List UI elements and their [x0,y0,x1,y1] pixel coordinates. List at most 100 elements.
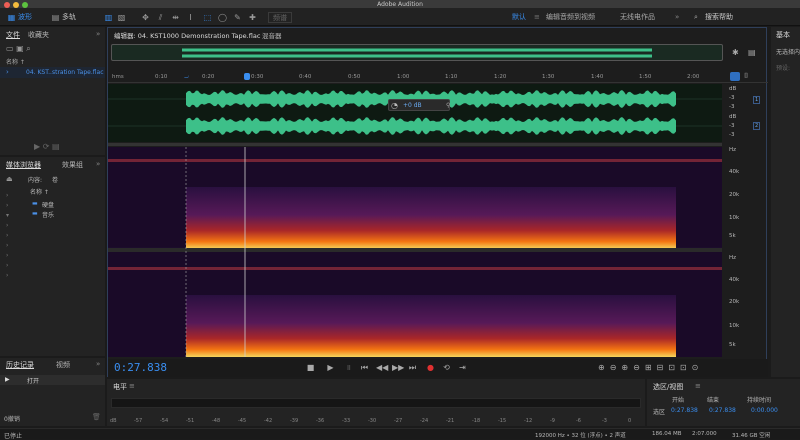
spectrum-button[interactable]: 频谱 [268,12,292,23]
more-workspaces-icon[interactable]: » [675,12,679,23]
spot-heal-icon[interactable]: ✚ [247,12,258,23]
col-end: 结束 [707,397,720,404]
zoom-controls[interactable]: ⊕⊖⊕⊖⊞⊟⊡⊡⊙ [598,363,703,372]
rewind-button[interactable]: ◀◀ [376,363,388,372]
channel-2-toggle[interactable]: 2 [753,122,761,130]
selection-start-field[interactable]: 0:27.838 [671,407,698,414]
lasso-icon[interactable]: ◯ [217,12,228,23]
hz-label: Hz [729,147,737,153]
fast-forward-button[interactable]: ▶▶ [392,363,404,372]
spectral-display[interactable] [108,147,722,357]
level-meter [111,398,641,408]
file-expand-icon[interactable]: › [6,68,9,76]
pitch-display-icon[interactable]: ▧ [116,12,127,23]
selection-duration-field[interactable]: 0:00.000 [751,407,778,414]
media-drive-icon[interactable]: ⏏ [6,175,13,183]
magnet-icon[interactable] [730,72,740,81]
tab-files[interactable]: 文件 [6,30,20,40]
status-sample-format: 192000 Hz • 32 位 (浮点) • 2 声道 [535,433,626,439]
media-volume-select[interactable]: 卷 [52,175,58,184]
tab-video[interactable]: 视频 [56,360,70,370]
db-label: dB [729,86,737,92]
time-ruler[interactable]: hms 0:10 0:20 0:30 0:40 0:50 1:00 1:10 1… [108,71,768,83]
search-icon[interactable]: ⌕ [694,12,698,23]
trash-icon[interactable]: 🗑 [92,413,101,421]
pause-button[interactable]: ॥ [344,363,353,372]
panel-more-icon[interactable]: » [96,360,100,368]
play-button[interactable]: ▶ [326,363,335,372]
media-content-label: 内容: [28,177,43,184]
files-name-header[interactable]: 名称 ↑ [6,57,25,66]
tab-media-browser[interactable]: 媒体浏览器 [6,160,41,170]
file-row[interactable]: 04. KST..stration Tape.flac › [0,67,105,78]
ruler-tick: 0:20 [202,74,215,80]
multitrack-icon[interactable]: ▤ [50,12,61,23]
panel-menu-icon[interactable]: ≡ [129,382,135,390]
level-tick: -36 [316,418,325,424]
panel-more-icon[interactable]: » [96,160,100,168]
media-name-header[interactable]: 名称 ↑ [30,187,49,196]
pin-hud-icon[interactable]: ⚲ [446,102,450,109]
media-browser-panel: 媒体浏览器 效果组 » ⏏ 内容: 卷 名称 ↑ › › ▾ › › › › › › ▬ 硬盘 … [0,157,105,356]
time-select-icon[interactable]: I [185,12,196,23]
record-button[interactable]: ● [426,363,435,372]
workspace-edit-video[interactable]: 编辑音频到视频 [546,12,595,23]
waveform-view-button[interactable]: 波形 [18,12,32,23]
ruler-tick: 1:50 [639,74,652,80]
overview-navigator[interactable] [111,44,723,61]
level-tick: -45 [238,418,247,424]
gain-value[interactable]: +0 dB [403,102,422,109]
panel-more-icon[interactable]: » [96,30,100,38]
files-panel: 文件 收藏夹 » ▭ ▣ ⌕ 名称 ↑ 04. KST..stration Ta… [0,27,105,155]
marquee-icon[interactable]: ⬚ [202,12,213,23]
move-tool-icon[interactable]: ✥ [140,12,151,23]
media-item-drive[interactable]: 硬盘 [42,200,54,209]
stop-button[interactable]: ■ [306,363,315,372]
tab-favorites[interactable]: 收藏夹 [28,30,49,40]
workspace-radio[interactable]: 无线电作品 [620,12,655,23]
zoom-navigator-icon[interactable]: ✱ [732,48,739,57]
spectral-display-icon[interactable]: ▥ [103,12,114,23]
new-file-icon[interactable]: ▭ ▣ ⌕ [6,44,31,54]
selection-end-field[interactable]: 0:27.838 [709,407,736,414]
selection-row-label: 选区 [653,409,666,416]
settings-icon[interactable]: ▤ [748,48,756,57]
view-divider[interactable] [108,143,722,146]
multitrack-view-button[interactable]: 多轨 [62,12,76,23]
search-help-input[interactable]: 搜索帮助 [705,12,733,23]
go-to-end-button[interactable]: ⏭ [408,363,417,372]
workspace-default[interactable]: 默认 [512,12,526,23]
go-to-start-button[interactable]: ⏮ [360,363,369,372]
panel-menu-icon[interactable]: ≡ [695,382,701,390]
tab-selection-view[interactable]: 选区/视图 [653,382,683,392]
waveform-icon[interactable]: ▦ [6,12,17,23]
loop-marker-icon[interactable]: ⏗ [184,72,189,81]
media-tree-toggles[interactable]: › › ▾ › › › › › › [6,191,9,281]
razor-icon[interactable]: ⫽ [155,12,166,23]
history-item[interactable]: ▶ 打开 [0,375,105,385]
tab-mixer[interactable]: 混音器 [262,31,282,41]
level-tick: -27 [394,418,403,424]
tab-levels[interactable]: 电平 [113,382,127,392]
tab-history[interactable]: 历史记录 [6,360,34,370]
snap-icon[interactable]: ⌷ [744,72,748,81]
hud-gain-control[interactable]: ◔ +0 dB [388,99,450,111]
slip-tool-icon[interactable]: ⇹ [170,12,181,23]
brush-icon[interactable]: ✎ [232,12,243,23]
loop-button[interactable]: ⟲ [442,363,451,372]
workspace-menu-icon[interactable]: ≡ [534,12,540,23]
channel-1-toggle[interactable]: 1 [753,96,761,104]
files-transport-icons[interactable]: ▶ ⟳ ▤ [34,142,60,151]
playhead-handle[interactable] [244,73,250,80]
level-tick: -33 [342,418,351,424]
tab-effects-rack[interactable]: 效果组 [62,160,83,170]
tab-editor[interactable]: 编辑器: 04. KST1000 Demonstration Tape.flac [114,31,260,41]
gain-knob-icon[interactable]: ◔ [391,101,398,110]
skip-selection-button[interactable]: ⇥ [458,363,467,372]
current-timecode[interactable]: 0:27.838 [114,361,167,374]
level-tick: -48 [212,418,221,424]
panel-title[interactable]: 基本 [776,30,790,40]
level-tick: -3 [602,418,607,424]
waveform-display[interactable]: ◔ +0 dB ⚲ [108,84,722,142]
media-item-music[interactable]: 音乐 [42,210,54,219]
